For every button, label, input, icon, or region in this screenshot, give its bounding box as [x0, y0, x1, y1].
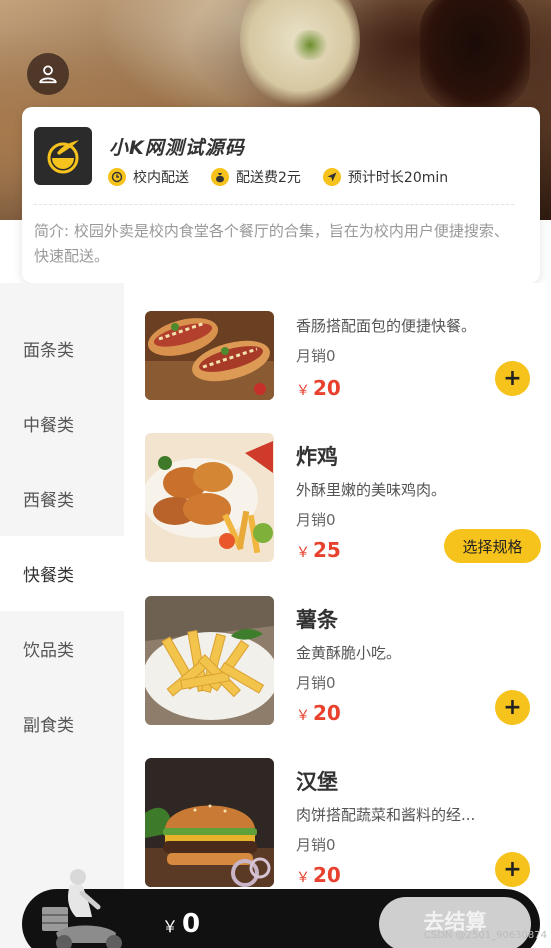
food-name: 薯条 [296, 608, 338, 632]
food-item-fried-chicken[interactable]: 炸鸡 外酥里嫩的美味鸡肉。 月销0 ￥ 25 选择规格 [145, 433, 545, 568]
currency-symbol: ￥ [296, 870, 310, 886]
food-item-burger[interactable]: 汉堡 肉饼搭配蔬菜和酱料的经... 月销0 ￥ 20 + [145, 758, 545, 888]
add-to-cart-button[interactable]: + [495, 690, 530, 725]
food-sales: 月销0 [296, 674, 336, 692]
shop-info-card: 小K网测试源码 校内配送 配送费2元 预计时长20min 简介: 校园外卖是校内… [22, 107, 540, 283]
cart-total-value: 0 [182, 909, 201, 939]
location-arrow-icon [322, 168, 341, 186]
delivery-rider-cart-icon[interactable] [26, 863, 136, 948]
banner-herb [290, 30, 330, 60]
price-value: 20 [313, 701, 341, 725]
tag-label: 预计时长20min [347, 170, 449, 186]
food-desc: 金黄酥脆小吃。 [296, 644, 402, 662]
shop-intro: 简介: 校园外卖是校内食堂各个餐厅的合集，旨在为校内用户便捷搜索、快速配送。 [34, 222, 509, 265]
food-image-fries [145, 596, 274, 725]
category-sidebar: 面条类 中餐类 西餐类 快餐类 饮品类 副食类 [0, 283, 124, 948]
food-bowl-logo-icon [47, 140, 79, 174]
food-image-fried-chicken [145, 433, 274, 562]
shop-name: 小K网测试源码 [109, 137, 245, 159]
category-noodles[interactable]: 面条类 [0, 311, 124, 386]
category-snacks[interactable]: 副食类 [0, 686, 124, 761]
tag-delivery-scope: 校内配送 [108, 167, 189, 187]
currency-symbol: ￥ [296, 545, 310, 561]
shop-logo [34, 127, 92, 185]
money-bag-icon [211, 168, 229, 186]
divider [34, 204, 514, 205]
category-drinks[interactable]: 饮品类 [0, 611, 124, 686]
price-value: 20 [313, 863, 341, 887]
price-value: 20 [313, 376, 341, 400]
food-desc: 肉饼搭配蔬菜和酱料的经... [296, 806, 476, 824]
food-price: ￥ 25 [296, 538, 341, 562]
food-desc: 香肠搭配面包的便捷快餐。 [296, 317, 477, 335]
food-price: ￥ 20 [296, 376, 341, 400]
tag-label: 校内配送 [133, 170, 189, 186]
tag-estimated-time: 预计时长20min [322, 167, 449, 187]
food-image-burger [145, 758, 274, 887]
add-to-cart-button[interactable]: + [495, 361, 530, 396]
currency-symbol: ￥ [162, 917, 179, 936]
tag-delivery-fee: 配送费2元 [211, 167, 301, 187]
food-item-hotdog[interactable]: 香肠搭配面包的便捷快餐。 月销0 ￥ 20 + [145, 311, 545, 446]
food-image-hotdog [145, 311, 274, 400]
user-profile-button[interactable] [27, 53, 69, 95]
tag-label: 配送费2元 [236, 170, 301, 186]
watermark: CSDN @2501_90630874 [423, 930, 547, 941]
select-spec-button[interactable]: 选择规格 [444, 529, 541, 563]
cart-total: ￥ 0 [162, 909, 200, 939]
category-fast-food[interactable]: 快餐类 [0, 536, 124, 611]
currency-symbol: ￥ [296, 708, 310, 724]
food-name: 炸鸡 [296, 445, 338, 469]
category-western[interactable]: 西餐类 [0, 461, 124, 536]
food-list[interactable]: 香肠搭配面包的便捷快餐。 月销0 ￥ 20 + 炸鸡 外酥里嫩的美味鸡肉。 月销… [124, 283, 551, 888]
clock-icon [108, 168, 126, 186]
add-to-cart-button[interactable]: + [495, 852, 530, 887]
currency-symbol: ￥ [296, 383, 310, 399]
food-name: 汉堡 [296, 770, 338, 794]
food-item-fries[interactable]: 薯条 金黄酥脆小吃。 月销0 ￥ 20 + [145, 596, 545, 731]
price-value: 25 [313, 538, 341, 562]
food-sales: 月销0 [296, 511, 336, 529]
user-icon [39, 65, 57, 84]
category-chinese[interactable]: 中餐类 [0, 386, 124, 461]
food-price: ￥ 20 [296, 701, 341, 725]
banner-jar [420, 0, 530, 110]
food-sales: 月销0 [296, 347, 336, 365]
food-price: ￥ 20 [296, 863, 341, 887]
shop-tags: 校内配送 配送费2元 预计时长20min [108, 167, 470, 187]
food-sales: 月销0 [296, 836, 336, 854]
food-desc: 外酥里嫩的美味鸡肉。 [296, 481, 447, 499]
